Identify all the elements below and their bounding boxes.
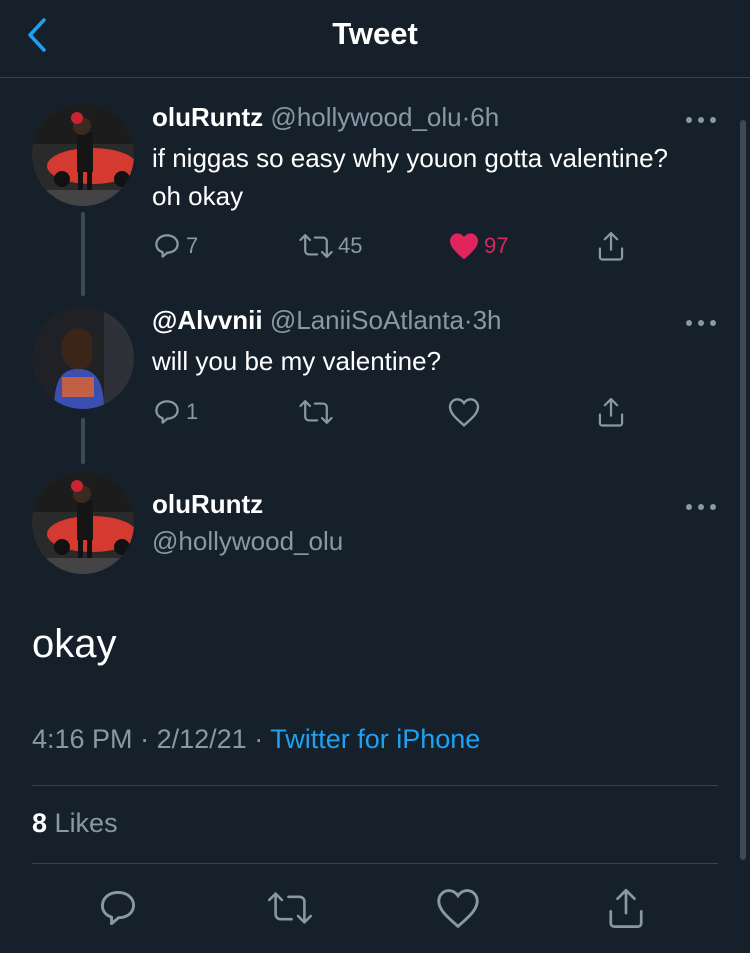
tweet-1-share-button[interactable] (596, 226, 626, 266)
tweet-2-header: @Alvvnii @LaniiSoAtlanta·3h (152, 305, 502, 336)
heart-filled-icon (450, 233, 478, 260)
retweet-icon (299, 400, 333, 424)
main-tweet-handle-line: @hollywood_olu (152, 526, 343, 557)
reply-button[interactable] (96, 886, 140, 930)
likes-label: Likes (54, 808, 118, 838)
tweet-2-handle[interactable]: @LaniiSoAtlanta (270, 305, 464, 335)
tweet-2-like-button[interactable] (448, 392, 480, 432)
tweet-2-reply-count: 1 (186, 399, 199, 424)
page-title: Tweet (332, 16, 418, 51)
likes-summary[interactable]: 8 Likes (32, 808, 118, 839)
avatar-olu-main[interactable] (32, 472, 134, 574)
reply-icon (100, 890, 136, 926)
tweet-2-actions: 1 (152, 392, 652, 432)
divider (32, 863, 718, 864)
more-icon (686, 320, 716, 326)
tweet-2-share-button[interactable] (596, 392, 626, 432)
tweet-2-name[interactable]: @Alvvnii (152, 305, 263, 335)
tweet-1-retweet-count: 45 (338, 233, 363, 258)
retweet-icon (299, 234, 333, 258)
heart-icon (437, 889, 479, 929)
tweet-1-dot: · (461, 102, 471, 132)
main-tweet-date: 2/12/21 (156, 724, 247, 754)
avatar-olu[interactable] (32, 104, 134, 206)
share-icon (598, 397, 624, 427)
tweet-2-more-button[interactable] (684, 315, 718, 326)
retweet-icon (267, 892, 313, 924)
tweet-1-actions: 7 45 97 (152, 226, 652, 266)
tweet-1-reply-count: 7 (186, 233, 199, 258)
reply-icon (155, 400, 179, 424)
main-tweet-handle[interactable]: @hollywood_olu (152, 526, 343, 556)
main-tweet-source-link[interactable]: Twitter for iPhone (270, 724, 480, 754)
tweet-1-text: if niggas so easy why youon gotta valent… (152, 143, 669, 211)
tweet-1-like-button[interactable]: 97 (448, 226, 508, 266)
tweet-2-retweet-button[interactable] (298, 392, 334, 432)
tweet-1-handle[interactable]: @hollywood_olu (270, 102, 461, 132)
share-icon (609, 888, 643, 928)
tweet-1-header: oluRuntz @hollywood_olu·6h (152, 102, 499, 133)
thread-line (81, 418, 85, 464)
tweet-2-time[interactable]: 3h (473, 305, 502, 335)
tweet-1-time[interactable]: 6h (470, 102, 499, 132)
tweet-2-dot: · (463, 305, 473, 335)
main-tweet-meta: 4:16 PM · 2/12/21 · Twitter for iPhone (32, 724, 480, 755)
tweet-1-name[interactable]: oluRuntz (152, 102, 263, 132)
more-icon (686, 117, 716, 123)
likes-count: 8 (32, 808, 48, 838)
share-button[interactable] (604, 886, 648, 930)
scrollbar[interactable] (740, 120, 746, 860)
header-bar: Tweet (0, 0, 750, 78)
heart-icon (448, 398, 480, 427)
main-tweet-actions (0, 880, 750, 940)
meta-separator: · (254, 724, 264, 754)
tweet-2-reply-button[interactable]: 1 (152, 392, 198, 432)
retweet-button[interactable] (266, 886, 313, 930)
meta-separator: · (140, 724, 150, 754)
more-icon (686, 504, 716, 510)
reply-icon (155, 234, 179, 258)
tweet-1-reply-button[interactable]: 7 (152, 226, 198, 266)
main-tweet-time: 4:16 PM (32, 724, 133, 754)
tweet-1-more-button[interactable] (684, 112, 718, 123)
main-tweet-more-button[interactable] (684, 499, 718, 510)
main-tweet-name-line: oluRuntz (152, 489, 263, 520)
tweet-2-text: will you be my valentine? (152, 346, 442, 376)
avatar-alvvnii[interactable] (32, 307, 134, 409)
thread-line (81, 212, 85, 296)
share-icon (598, 231, 624, 261)
tweet-1-retweet-button[interactable]: 45 (298, 226, 362, 266)
like-button[interactable] (436, 886, 480, 930)
main-tweet-name[interactable]: oluRuntz (152, 489, 263, 519)
main-tweet-text: okay (32, 622, 117, 666)
tweet-1-like-count: 97 (484, 233, 509, 258)
divider (32, 785, 718, 786)
